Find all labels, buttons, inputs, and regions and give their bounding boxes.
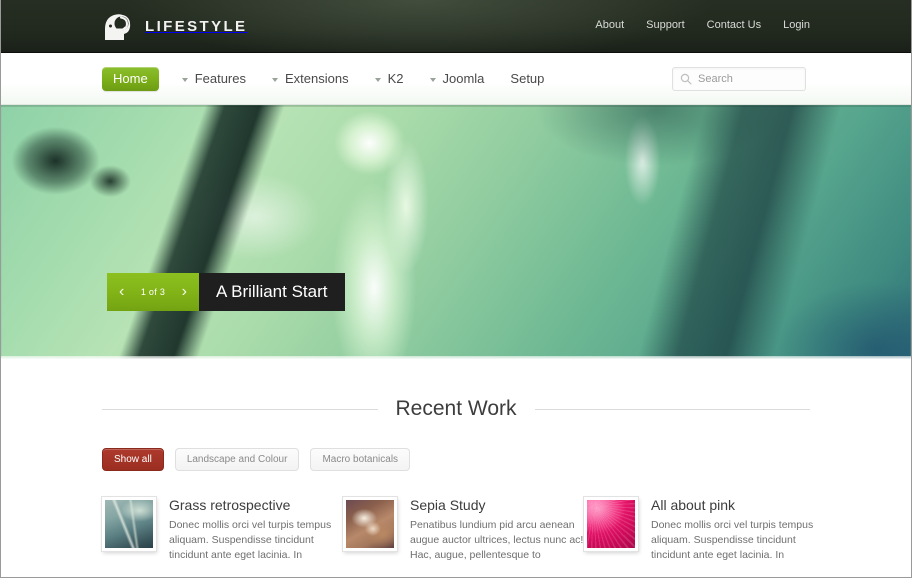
portfolio-item-text: Donec mollis orci vel turpis tempus aliq…	[169, 518, 332, 562]
slide-title: A Brilliant Start	[199, 273, 345, 311]
chevron-down-icon	[272, 78, 278, 82]
nav-item-extensions[interactable]: Extensions	[259, 53, 362, 105]
page-root: LIFESTYLE About Support Contact Us Login…	[0, 0, 912, 578]
portfolio-item[interactable]: Grass retrospective Donec mollis orci ve…	[102, 497, 343, 563]
top-utility-nav: About Support Contact Us Login	[595, 19, 810, 31]
nav-item-extensions-label: Extensions	[285, 71, 349, 86]
search-input[interactable]	[698, 73, 798, 85]
portfolio-item-text: Donec mollis orci vel turpis tempus aliq…	[651, 518, 814, 562]
nav-item-joomla[interactable]: Joomla	[417, 53, 498, 105]
search-icon	[680, 73, 692, 85]
top-link-support[interactable]: Support	[646, 19, 685, 31]
portfolio-item-body: Sepia Study Penatibus lundium pid arcu a…	[410, 497, 584, 563]
recent-work-section: Recent Work Show all Landscape and Colou…	[1, 359, 911, 564]
head-profile-icon	[105, 14, 131, 40]
portfolio-item-title[interactable]: Sepia Study	[410, 497, 584, 514]
main-nav-bar: Home Features Extensions K2 Joomla Setup	[1, 53, 911, 105]
hero-background-image	[1, 105, 911, 359]
brand-name: LIFESTYLE	[145, 17, 248, 35]
sepia-thumbnail[interactable]	[343, 497, 397, 551]
portfolio-item[interactable]: Sepia Study Penatibus lundium pid arcu a…	[343, 497, 584, 563]
nav-item-features-label: Features	[194, 71, 246, 86]
filter-macro-botanicals[interactable]: Macro botanicals	[310, 448, 411, 471]
portfolio-item-body: All about pink Donec mollis orci vel tur…	[651, 497, 825, 563]
page-title: Recent Work	[395, 397, 517, 420]
portfolio-filter-group: Show all Landscape and Colour Macro bota…	[102, 448, 911, 471]
portfolio-item-text: Penatibus lundium pid arcu aenean augue …	[410, 518, 584, 562]
nav-item-setup-label: Setup	[510, 71, 545, 86]
slide-counter: 1 of 3	[140, 287, 166, 297]
chevron-left-icon[interactable]: ‹	[110, 284, 133, 300]
hero-slider	[1, 105, 911, 359]
chevron-down-icon	[374, 78, 381, 82]
chevron-down-icon	[181, 78, 188, 82]
portfolio-item-title[interactable]: Grass retrospective	[169, 497, 343, 514]
section-heading-row: Recent Work	[102, 397, 810, 421]
chevron-down-icon	[429, 78, 436, 82]
top-header-bar: LIFESTYLE About Support Contact Us Login	[1, 0, 911, 53]
rule-right	[534, 408, 810, 410]
top-link-login[interactable]: Login	[783, 19, 810, 31]
filter-landscape-and-colour[interactable]: Landscape and Colour	[174, 448, 300, 471]
nav-item-setup[interactable]: Setup	[497, 53, 557, 105]
nav-item-k2[interactable]: K2	[362, 53, 417, 105]
main-navigation: Home Features Extensions K2 Joomla Setup	[102, 53, 557, 105]
top-link-contact-us[interactable]: Contact Us	[707, 19, 761, 31]
nav-item-features[interactable]: Features	[169, 53, 259, 105]
pink-flower-thumbnail[interactable]	[584, 497, 638, 551]
brand-logo-link[interactable]: LIFESTYLE	[102, 10, 247, 42]
portfolio-item-title[interactable]: All about pink	[651, 497, 825, 514]
nav-item-home[interactable]: Home	[102, 67, 159, 91]
slider-control-bar: ‹ 1 of 3 › A Brilliant Start	[107, 273, 345, 311]
nav-item-joomla-label: Joomla	[442, 71, 485, 86]
portfolio-item[interactable]: All about pink Donec mollis orci vel tur…	[584, 497, 825, 563]
filter-show-all[interactable]: Show all	[102, 448, 164, 471]
grass-thumbnail[interactable]	[102, 497, 156, 551]
portfolio-item-body: Grass retrospective Donec mollis orci ve…	[169, 497, 343, 563]
nav-item-k2-label: K2	[387, 71, 404, 86]
slider-navigation: ‹ 1 of 3 ›	[107, 273, 199, 311]
top-link-about[interactable]: About	[595, 19, 624, 31]
chevron-right-icon[interactable]: ›	[173, 284, 196, 300]
rule-left	[102, 408, 378, 410]
portfolio-grid: Grass retrospective Donec mollis orci ve…	[102, 497, 911, 563]
search-box[interactable]	[672, 67, 806, 91]
